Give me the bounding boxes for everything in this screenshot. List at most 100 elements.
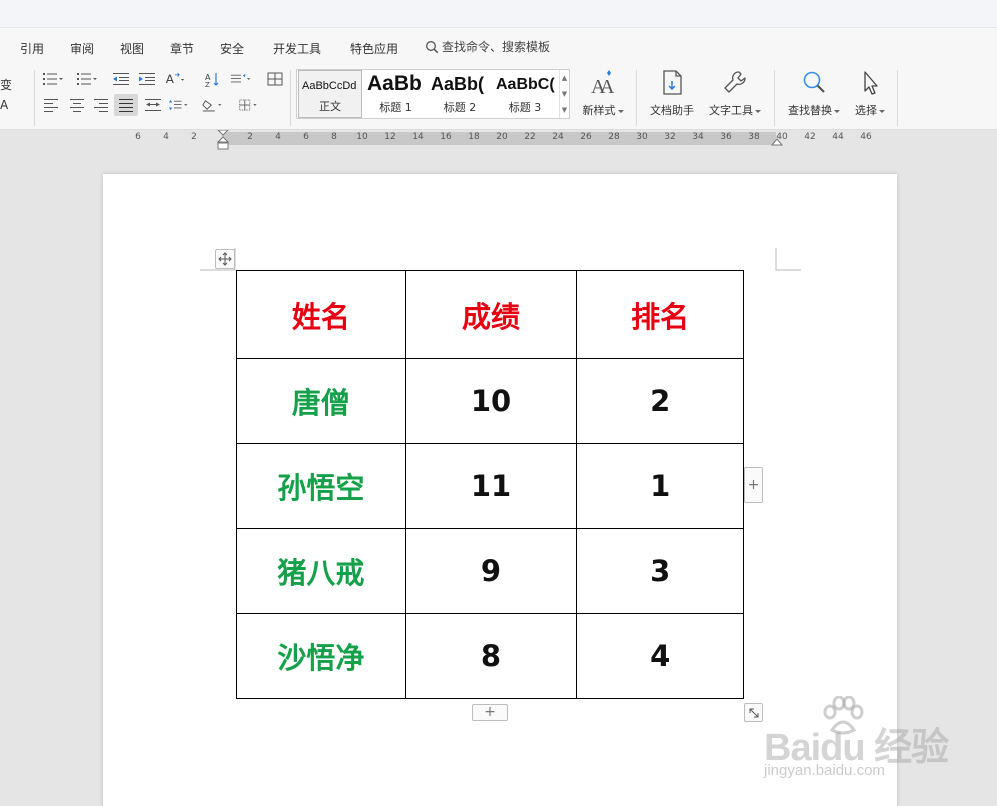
header-score[interactable]: 成绩 xyxy=(404,270,578,359)
cell-rank[interactable]: 3 xyxy=(576,528,744,614)
cell-rank[interactable]: 2 xyxy=(576,358,744,444)
align-right-icon[interactable] xyxy=(90,96,112,114)
find-replace-dropdown-icon xyxy=(834,109,840,113)
header-rank[interactable]: 排名 xyxy=(576,270,744,359)
horizontal-ruler[interactable]: 6 4 2 2 4 6 8 10 12 14 16 18 20 22 24 26 28 30 32 34 36 38… xyxy=(0,130,997,150)
ruler-number: 36 xyxy=(720,132,732,142)
cell-score[interactable]: 8 xyxy=(404,613,578,699)
distributed-align-icon[interactable] xyxy=(142,96,164,114)
cell-score[interactable]: 11 xyxy=(404,443,578,529)
char-border-partial[interactable]: A xyxy=(0,98,8,112)
sort-icon[interactable]: AZ xyxy=(202,70,224,88)
cell-name[interactable]: 唐僧 xyxy=(236,358,406,444)
tab-security[interactable]: 安全 xyxy=(220,40,244,57)
table-row: 猪八戒 9 3 xyxy=(236,528,744,614)
tab-references[interactable]: 引用 xyxy=(20,40,44,57)
magnifier-icon xyxy=(803,71,825,93)
ribbon-separator xyxy=(34,70,35,126)
right-indent-marker-icon[interactable] xyxy=(771,136,783,146)
ruler-number: 6 xyxy=(303,132,309,142)
justify-icon[interactable] xyxy=(114,94,138,116)
shading-icon[interactable] xyxy=(202,96,224,114)
ruler-number: 4 xyxy=(163,132,169,142)
cell-rank[interactable]: 4 xyxy=(576,613,744,699)
score-table[interactable]: 姓名 成绩 排名 唐僧 10 2 孙悟空 11 1 猪八戒 9 3 沙悟净 8 … xyxy=(236,270,744,699)
tab-special-apps[interactable]: 特色应用 xyxy=(350,40,398,57)
ruler-number: 6 xyxy=(135,132,141,142)
table-move-handle[interactable] xyxy=(215,249,235,269)
paragraph-spacing-icon[interactable] xyxy=(230,70,252,88)
cell-score[interactable]: 10 xyxy=(404,358,578,444)
command-search[interactable]: 查找命令、搜索模板 xyxy=(425,38,550,55)
cell-name[interactable]: 沙悟净 xyxy=(236,613,406,699)
show-formatting-icon[interactable] xyxy=(264,70,286,88)
text-tools-button[interactable]: 文字工具 xyxy=(704,68,766,124)
ruler-number: 32 xyxy=(664,132,676,142)
cursor-arrow-icon xyxy=(864,71,878,95)
text-direction-icon[interactable]: A xyxy=(164,70,186,88)
ribbon-separator xyxy=(774,70,775,126)
ruler-number: 10 xyxy=(356,132,368,142)
header-name[interactable]: 姓名 xyxy=(236,270,406,359)
margin-corner-mark xyxy=(775,248,801,271)
ruler-number: 34 xyxy=(692,132,704,142)
select-label: 选择 xyxy=(855,104,877,117)
tab-chapter[interactable]: 章节 xyxy=(170,40,194,57)
ruler-number: 14 xyxy=(412,132,424,142)
cell-name[interactable]: 猪八戒 xyxy=(236,528,406,614)
style-normal-caption: 正文 xyxy=(319,100,341,113)
align-left-icon[interactable] xyxy=(40,96,62,114)
new-style-button[interactable]: AA 新样式 xyxy=(578,68,628,124)
ruler-number: 20 xyxy=(496,132,508,142)
add-column-button[interactable]: + xyxy=(744,467,763,503)
svg-text:Z: Z xyxy=(205,81,210,87)
select-button[interactable]: 选择 xyxy=(850,68,890,124)
style-heading-3[interactable]: AaBbC( 标题 3 xyxy=(493,70,557,118)
tab-view[interactable]: 视图 xyxy=(120,40,144,57)
table-row: 唐僧 10 2 xyxy=(236,358,744,444)
search-icon xyxy=(426,40,439,53)
increase-indent-icon[interactable] xyxy=(136,70,158,88)
cell-name[interactable]: 孙悟空 xyxy=(236,443,406,529)
ruler-number: 28 xyxy=(608,132,620,142)
tab-review[interactable]: 审阅 xyxy=(70,40,94,57)
wrench-icon xyxy=(724,71,746,93)
numbered-list-icon[interactable] xyxy=(76,70,98,88)
decrease-indent-icon[interactable] xyxy=(110,70,132,88)
tab-developer[interactable]: 开发工具 xyxy=(273,40,321,57)
ruler-number: 16 xyxy=(440,132,452,142)
style-heading-1[interactable]: AaBb 标题 1 xyxy=(364,70,427,118)
add-row-button[interactable]: + xyxy=(472,704,508,721)
phonetic-guide-partial[interactable]: 变 xyxy=(0,76,12,93)
find-replace-button[interactable]: 查找替换 xyxy=(784,68,844,124)
ruler-number: 2 xyxy=(247,132,253,142)
doc-helper-label: 文档助手 xyxy=(650,104,694,117)
style-heading-2[interactable]: AaBb( 标题 2 xyxy=(428,70,492,118)
baidu-jingyan-watermark: Baidu 经验 jingyan.baidu.com xyxy=(760,696,960,786)
line-spacing-icon[interactable] xyxy=(168,96,190,114)
scroll-up-icon[interactable]: ▲ xyxy=(560,70,569,86)
scroll-down-icon[interactable]: ▼ xyxy=(560,86,569,102)
cell-score[interactable]: 9 xyxy=(404,528,578,614)
table-row: 孙悟空 11 1 xyxy=(236,443,744,529)
ruler-number: 42 xyxy=(804,132,816,142)
style-heading-3-sample: AaBbC( xyxy=(496,76,555,93)
command-search-label: 查找命令、搜索模板 xyxy=(442,40,551,54)
style-heading-1-sample: AaBb xyxy=(367,72,422,95)
align-center-icon[interactable] xyxy=(66,96,88,114)
style-heading-3-caption: 标题 3 xyxy=(508,101,542,114)
ribbon-separator xyxy=(636,70,637,126)
ruler-number: 26 xyxy=(580,132,592,142)
doc-helper-button[interactable]: 文档助手 xyxy=(644,68,700,124)
find-replace-label: 查找替换 xyxy=(788,104,832,117)
ruler-number: 38 xyxy=(748,132,760,142)
style-gallery-scroll[interactable]: ▲ ▼ ▼ xyxy=(559,70,569,118)
style-normal[interactable]: AaBbCcDd 正文 xyxy=(298,70,362,118)
svg-text:A: A xyxy=(166,72,174,86)
bullet-list-icon[interactable] xyxy=(42,70,64,88)
watermark-url: jingyan.baidu.com xyxy=(764,762,885,779)
borders-icon[interactable] xyxy=(238,96,260,114)
indent-marker-icon[interactable] xyxy=(217,130,229,150)
gallery-expand-icon[interactable]: ▼ xyxy=(560,102,569,118)
cell-rank[interactable]: 1 xyxy=(576,443,744,529)
